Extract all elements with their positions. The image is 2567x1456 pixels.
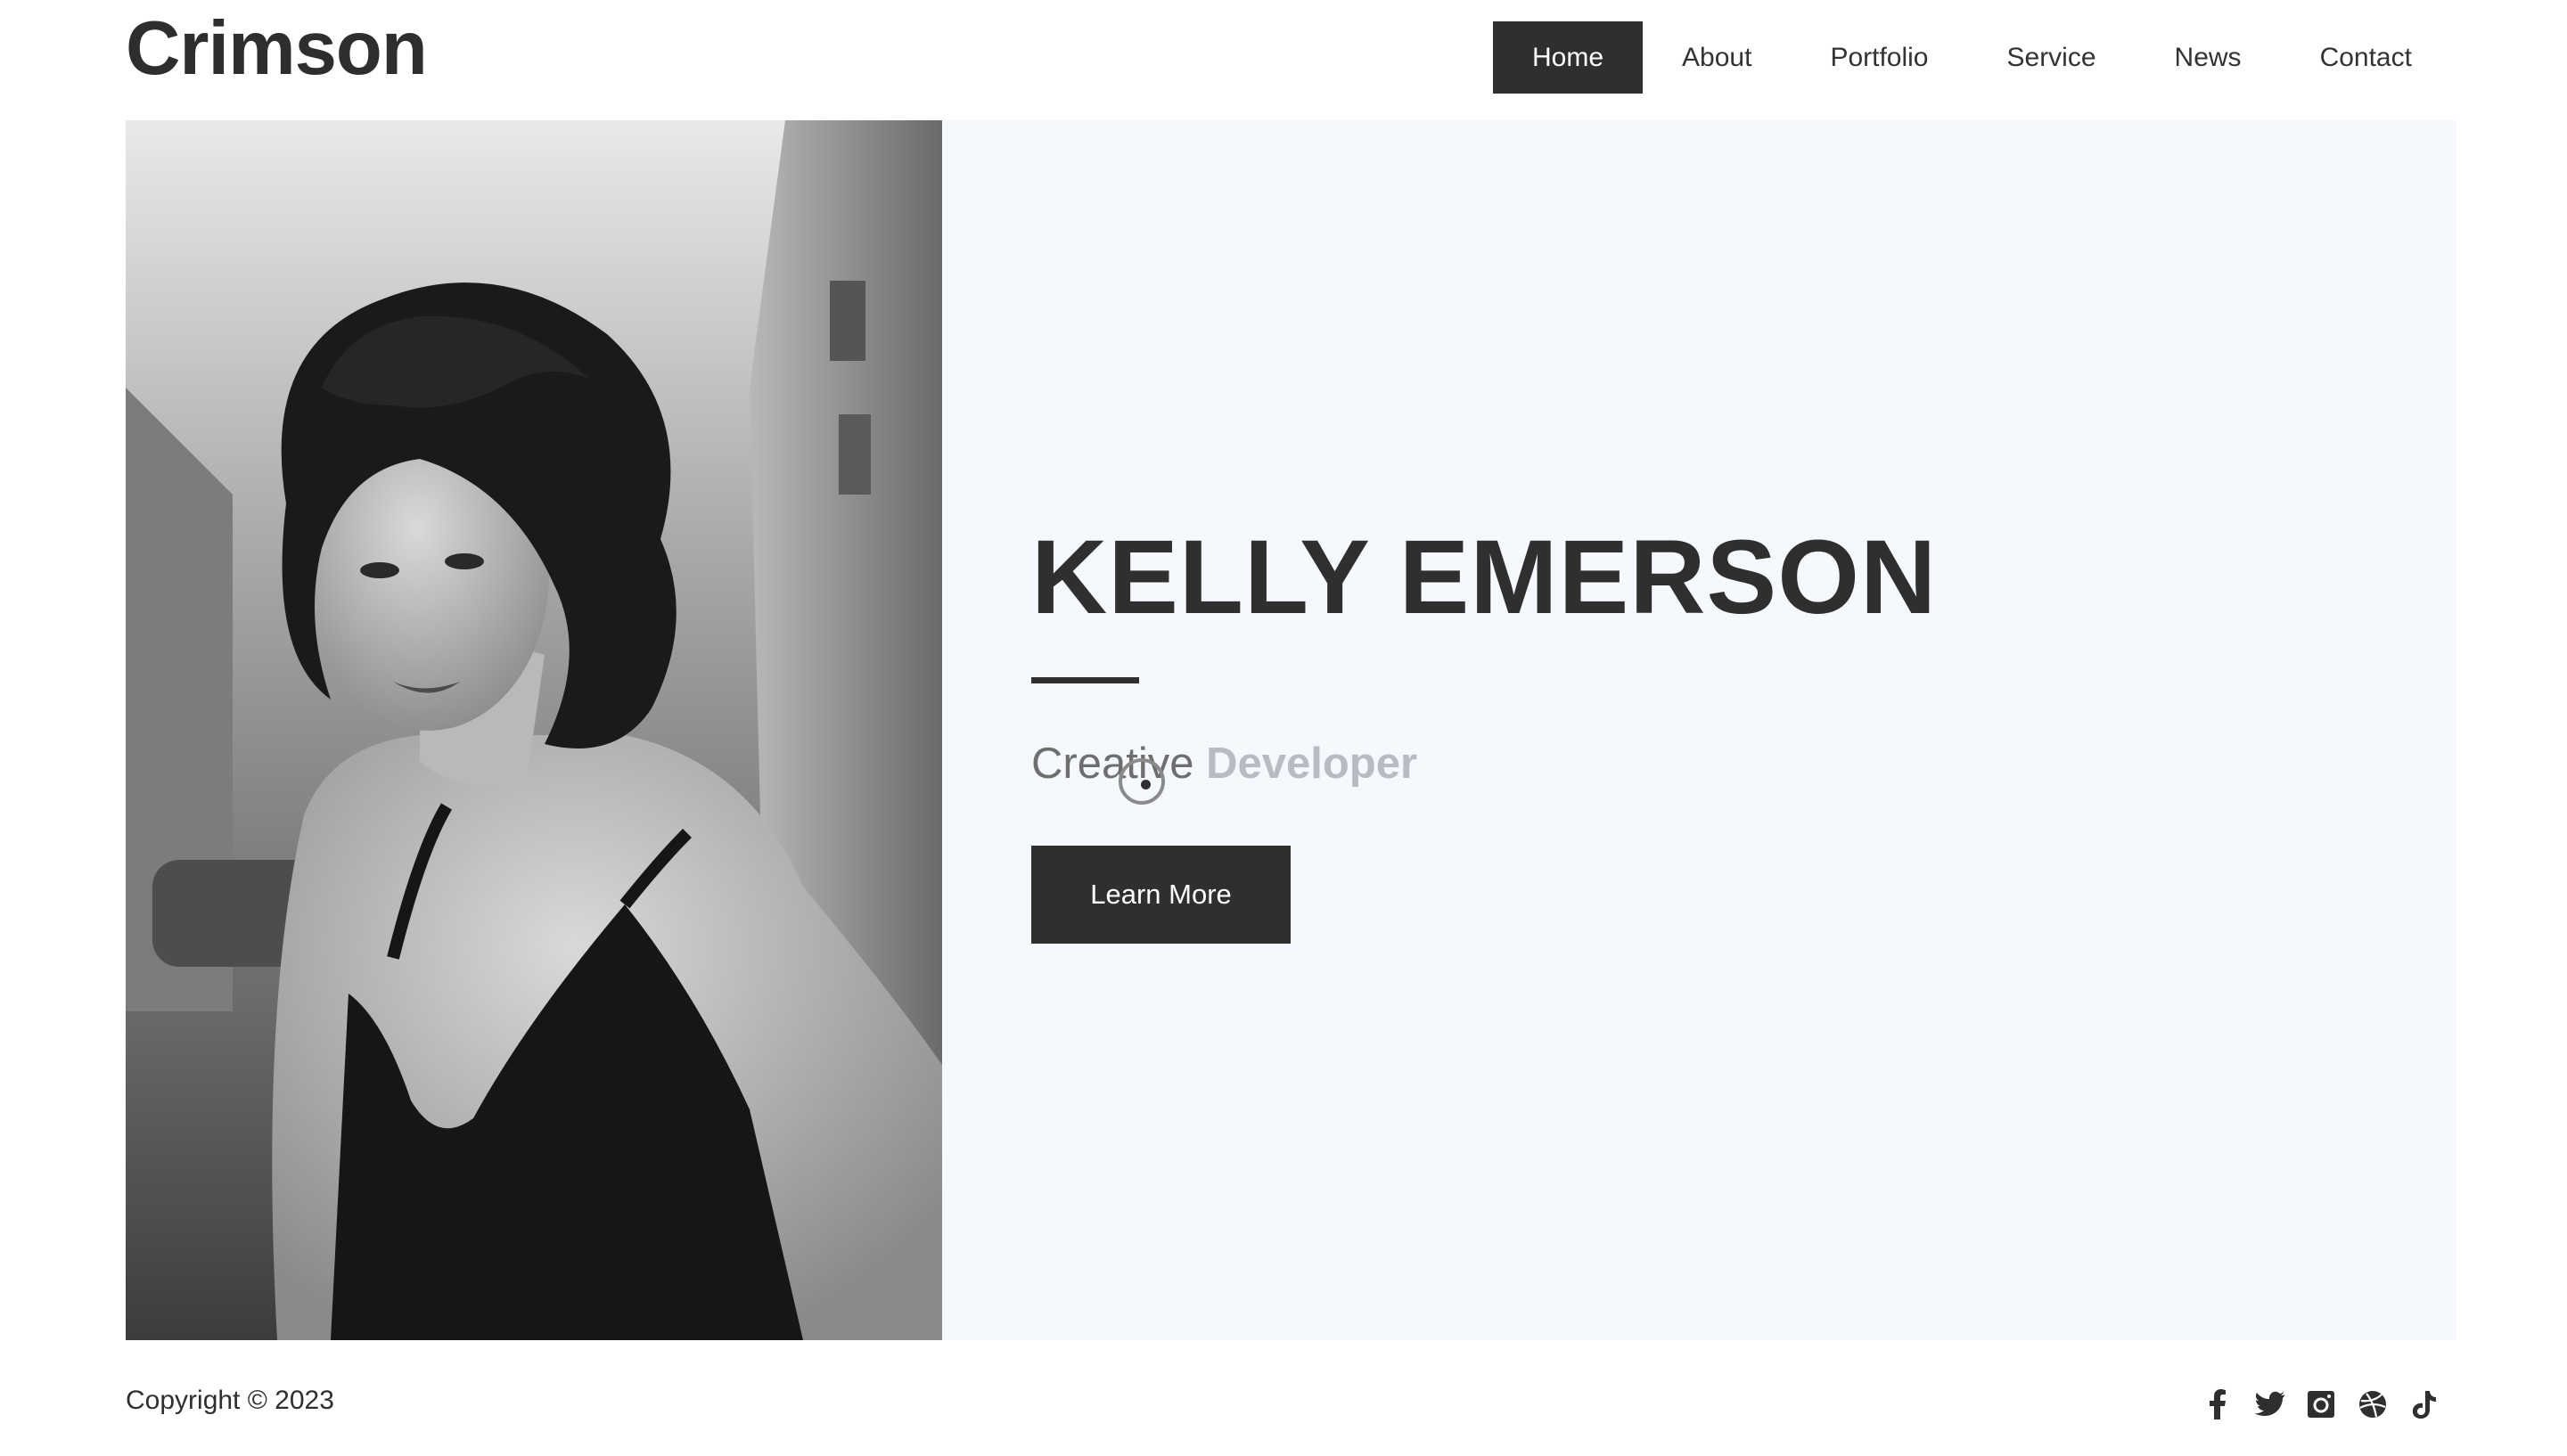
portrait-illustration [126,120,942,1340]
dribbble-icon[interactable] [2357,1388,2389,1420]
twitter-icon[interactable] [2253,1388,2285,1420]
nav-news[interactable]: News [2136,21,2281,94]
subtitle-typed-text: Developer [1206,740,1418,788]
hero-content: KELLY EMERSON Creative Developer Learn M… [1031,120,2368,1340]
social-links [2202,1388,2440,1420]
facebook-icon[interactable] [2202,1388,2234,1420]
tiktok-icon[interactable] [2408,1388,2440,1420]
nav-home[interactable]: Home [1493,21,1644,94]
nav-about[interactable]: About [1643,21,1791,94]
hero-name: KELLY EMERSON [1031,519,1938,636]
learn-more-button[interactable]: Learn More [1031,846,1291,944]
hero-portrait-image [126,120,942,1340]
custom-cursor-dot [1141,780,1151,789]
nav-contact[interactable]: Contact [2281,21,2451,94]
subtitle-static-text: Creative [1031,740,1194,788]
nav-service[interactable]: Service [1968,21,2136,94]
site-logo[interactable]: Crimson [126,5,428,93]
hero-divider [1031,677,1139,683]
main-nav: Home About Portfolio Service News Contac… [1493,21,2451,94]
copyright-text: Copyright © 2023 [126,1386,334,1415]
nav-portfolio[interactable]: Portfolio [1791,21,1967,94]
instagram-icon[interactable] [2305,1388,2337,1420]
hero-section: KELLY EMERSON Creative Developer Learn M… [126,120,2456,1340]
hero-subtitle: Creative Developer [1031,739,1417,789]
